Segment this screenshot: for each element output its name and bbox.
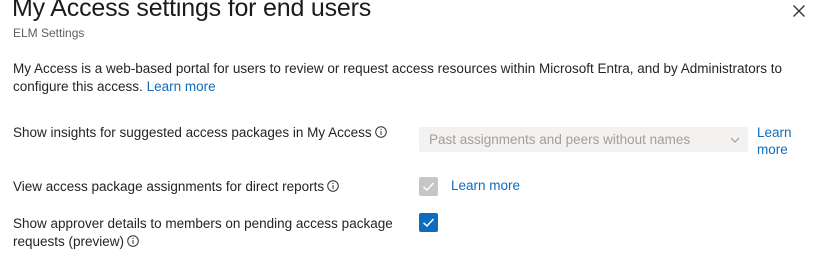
- insights-setting-label: Show insights for suggested access packa…: [13, 124, 387, 142]
- checkmark-icon: [422, 182, 435, 192]
- direct-reports-label-text: View access package assignments for dire…: [13, 179, 325, 194]
- insights-dropdown-value: Past assignments and peers without names: [429, 132, 691, 147]
- checkmark-icon: [422, 218, 435, 228]
- direct-reports-learn-more-link[interactable]: Learn more: [451, 178, 520, 193]
- page-description: My Access is a web-based portal for user…: [13, 60, 803, 96]
- info-icon[interactable]: [127, 235, 139, 247]
- direct-reports-checkbox[interactable]: [419, 177, 438, 196]
- insights-dropdown[interactable]: Past assignments and peers without names: [419, 127, 748, 152]
- direct-reports-setting-label: View access package assignments for dire…: [13, 178, 339, 196]
- insights-label-text: Show insights for suggested access packa…: [13, 125, 372, 140]
- description-learn-more-link[interactable]: Learn more: [147, 79, 216, 94]
- approver-details-label-text: Show approver details to members on pend…: [13, 216, 393, 249]
- page-subtitle: ELM Settings: [13, 26, 85, 40]
- page-title: My Access settings for end users: [12, 0, 372, 22]
- approver-details-checkbox[interactable]: [419, 213, 438, 232]
- approver-details-setting-label: Show approver details to members on pend…: [13, 215, 393, 251]
- description-text: My Access is a web-based portal for user…: [13, 61, 783, 94]
- info-icon[interactable]: [327, 180, 339, 192]
- close-icon[interactable]: [790, 2, 808, 20]
- insights-learn-more-link[interactable]: Learn more: [757, 124, 797, 158]
- info-icon[interactable]: [374, 126, 387, 138]
- chevron-down-icon: [730, 137, 740, 143]
